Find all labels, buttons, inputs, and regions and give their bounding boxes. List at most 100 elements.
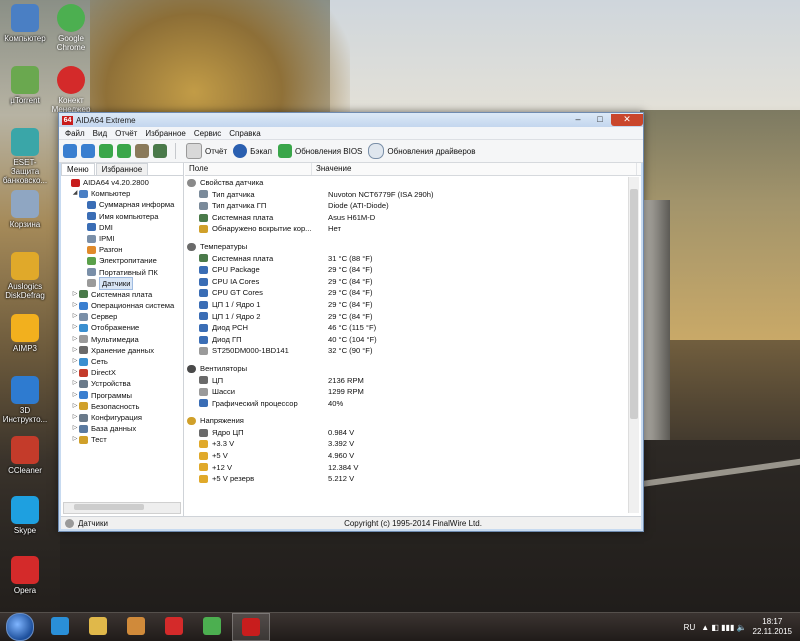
table-row[interactable]: CPU IA Cores 29 °C (84 °F) bbox=[185, 276, 625, 288]
table-row[interactable]: +5 V 4.960 V bbox=[185, 450, 625, 462]
refresh-icon[interactable] bbox=[117, 144, 131, 158]
tree-item[interactable]: ▷ Безопасность bbox=[61, 401, 183, 412]
table-row[interactable]: ЦП 1 / Ядро 1 29 °C (84 °F) bbox=[185, 299, 625, 311]
table-row[interactable]: Тип датчика ГП Diode (ATI-Diode) bbox=[185, 200, 625, 212]
group-header[interactable]: Напряжения bbox=[185, 415, 625, 427]
desktop-icon[interactable]: Компьютер bbox=[2, 4, 48, 43]
table-row[interactable]: Шасси 1299 RPM bbox=[185, 386, 625, 398]
language-indicator[interactable]: RU bbox=[684, 623, 696, 632]
tree-item[interactable]: ▷ Операционная система bbox=[61, 300, 183, 311]
taskbar-button[interactable] bbox=[80, 613, 116, 639]
report-button[interactable]: Отчёт bbox=[186, 143, 227, 159]
expand-toggle-icon[interactable]: ◢ bbox=[71, 188, 79, 199]
column-header-field[interactable]: Поле bbox=[185, 163, 312, 175]
menu-item[interactable]: Сервис bbox=[194, 129, 221, 138]
desktop-icon[interactable]: Google Chrome bbox=[50, 4, 92, 52]
title-bar[interactable]: 64 AIDA64 Extreme – □ ✕ bbox=[59, 113, 643, 127]
expand-toggle-icon[interactable]: ▷ bbox=[71, 390, 79, 401]
desktop-icon[interactable]: AIMP3 bbox=[2, 314, 48, 353]
table-row[interactable]: CPU GT Cores 29 °C (84 °F) bbox=[185, 287, 625, 299]
up-arrow-icon[interactable] bbox=[99, 144, 113, 158]
backup-button[interactable]: Бэкап bbox=[233, 144, 272, 158]
tree-item[interactable]: ▷ Системная плата bbox=[61, 289, 183, 300]
menu-item[interactable]: Вид bbox=[93, 129, 107, 138]
desktop-icon[interactable]: CCleaner bbox=[2, 436, 48, 475]
tree-item[interactable]: ▷ Тест bbox=[61, 434, 183, 445]
table-row[interactable]: Диод PCH 46 °C (115 °F) bbox=[185, 322, 625, 334]
menu-item[interactable]: Избранное bbox=[145, 129, 186, 138]
column-header-value[interactable]: Значение bbox=[312, 163, 637, 175]
menu-item[interactable]: Отчёт bbox=[115, 129, 137, 138]
table-row[interactable]: ЦП 1 / Ядро 2 29 °C (84 °F) bbox=[185, 311, 625, 323]
minimize-button[interactable]: – bbox=[567, 114, 589, 126]
tree-item[interactable]: ▷ Сеть bbox=[61, 356, 183, 367]
table-row[interactable]: +5 V резерв 5.212 V bbox=[185, 473, 625, 485]
table-row[interactable]: Ядро ЦП 0.984 V bbox=[185, 427, 625, 439]
tab-menu[interactable]: Меню bbox=[61, 163, 95, 175]
forward-arrow-icon[interactable] bbox=[81, 144, 95, 158]
table-row[interactable]: +3.3 V 3.392 V bbox=[185, 438, 625, 450]
tree-item[interactable]: Датчики bbox=[61, 276, 183, 290]
group-header[interactable]: Вентиляторы bbox=[185, 363, 625, 375]
tree-item[interactable]: ▷ DirectX bbox=[61, 367, 183, 378]
bios-update-button[interactable]: Обновления BIOS bbox=[277, 144, 362, 158]
table-row[interactable]: Системная плата Asus H61M-D bbox=[185, 212, 625, 224]
taskbar-button[interactable] bbox=[118, 613, 154, 639]
expand-toggle-icon[interactable]: ▷ bbox=[71, 311, 79, 322]
tree-item[interactable]: ▷ Мультимедиа bbox=[61, 334, 183, 345]
expand-toggle-icon[interactable]: ▷ bbox=[71, 300, 79, 311]
tree-item[interactable]: ▷ Конфигурация bbox=[61, 412, 183, 423]
tree-item[interactable]: Имя компьютера bbox=[61, 211, 183, 222]
horizontal-scrollbar[interactable] bbox=[63, 502, 181, 514]
taskbar-button[interactable] bbox=[156, 613, 192, 639]
taskbar-button[interactable] bbox=[232, 613, 270, 641]
table-row[interactable]: Диод ГП 40 °C (104 °F) bbox=[185, 334, 625, 346]
desktop-icon[interactable]: Skype bbox=[2, 496, 48, 535]
tree-item[interactable]: AIDA64 v4.20.2800 bbox=[61, 177, 183, 188]
tree-item[interactable]: ▷ Программы bbox=[61, 390, 183, 401]
aida64-window[interactable]: 64 AIDA64 Extreme – □ ✕ Файл Вид Отчёт Избр… bbox=[58, 112, 644, 532]
tab-favorites[interactable]: Избранное bbox=[95, 163, 149, 175]
desktop-icon[interactable]: Корзина bbox=[2, 190, 48, 229]
driver-update-button[interactable]: Обновления драйверов bbox=[368, 143, 475, 159]
tree-item[interactable]: Суммарная информа bbox=[61, 199, 183, 210]
table-row[interactable]: Обнаружено вскрытие кор... Нет bbox=[185, 223, 625, 235]
group-header[interactable]: Свойства датчика bbox=[185, 177, 625, 189]
tree-item[interactable]: ▷ Сервер bbox=[61, 311, 183, 322]
back-arrow-icon[interactable] bbox=[63, 144, 77, 158]
expand-toggle-icon[interactable]: ▷ bbox=[71, 345, 79, 356]
expand-toggle-icon[interactable]: ▷ bbox=[71, 378, 79, 389]
chart-icon[interactable] bbox=[153, 144, 167, 158]
table-row[interactable]: Системная плата 31 °C (88 °F) bbox=[185, 253, 625, 265]
desktop-icon[interactable]: 3D Инструкто... bbox=[2, 376, 48, 424]
expand-toggle-icon[interactable]: ▷ bbox=[71, 401, 79, 412]
table-row[interactable]: Тип датчика Nuvoton NCT6779F (ISA 290h) bbox=[185, 189, 625, 201]
table-row[interactable]: ST250DM000-1BD141 32 °C (90 °F) bbox=[185, 345, 625, 357]
expand-toggle-icon[interactable]: ▷ bbox=[71, 356, 79, 367]
expand-toggle-icon[interactable]: ▷ bbox=[71, 423, 79, 434]
taskbar-button[interactable] bbox=[42, 613, 78, 639]
close-button[interactable]: ✕ bbox=[611, 114, 643, 126]
tree-item[interactable]: Разгон bbox=[61, 244, 183, 255]
maximize-button[interactable]: □ bbox=[589, 114, 611, 126]
desktop-icon[interactable]: Конект Менеджер bbox=[50, 66, 92, 114]
vertical-scrollbar[interactable] bbox=[628, 177, 639, 513]
table-row[interactable]: ЦП 2136 RPM bbox=[185, 375, 625, 387]
tree-item[interactable]: ▷ Отображение bbox=[61, 322, 183, 333]
tree-item[interactable]: ▷ Хранение данных bbox=[61, 345, 183, 356]
expand-toggle-icon[interactable]: ▷ bbox=[71, 367, 79, 378]
tray-icons[interactable]: ▲ ◧ ▮▮▮ 🔈 bbox=[701, 623, 746, 632]
group-header[interactable]: Температуры bbox=[185, 241, 625, 253]
tree-item[interactable]: ▷ База данных bbox=[61, 423, 183, 434]
menu-item[interactable]: Справка bbox=[229, 129, 260, 138]
desktop-icon[interactable]: Auslogics DiskDefrag bbox=[2, 252, 48, 300]
tree-item[interactable]: IPMI bbox=[61, 233, 183, 244]
clock[interactable]: 18:17 22.11.2015 bbox=[753, 617, 792, 637]
tree-item[interactable]: Электропитание bbox=[61, 255, 183, 266]
expand-toggle-icon[interactable]: ▷ bbox=[71, 322, 79, 333]
table-row[interactable]: Графический процессор 40% bbox=[185, 398, 625, 410]
desktop-icon[interactable]: ESET-Защита банковско... bbox=[2, 128, 48, 185]
user-icon[interactable] bbox=[135, 144, 149, 158]
expand-toggle-icon[interactable]: ▷ bbox=[71, 412, 79, 423]
tree-item[interactable]: ▷ Устройства bbox=[61, 378, 183, 389]
